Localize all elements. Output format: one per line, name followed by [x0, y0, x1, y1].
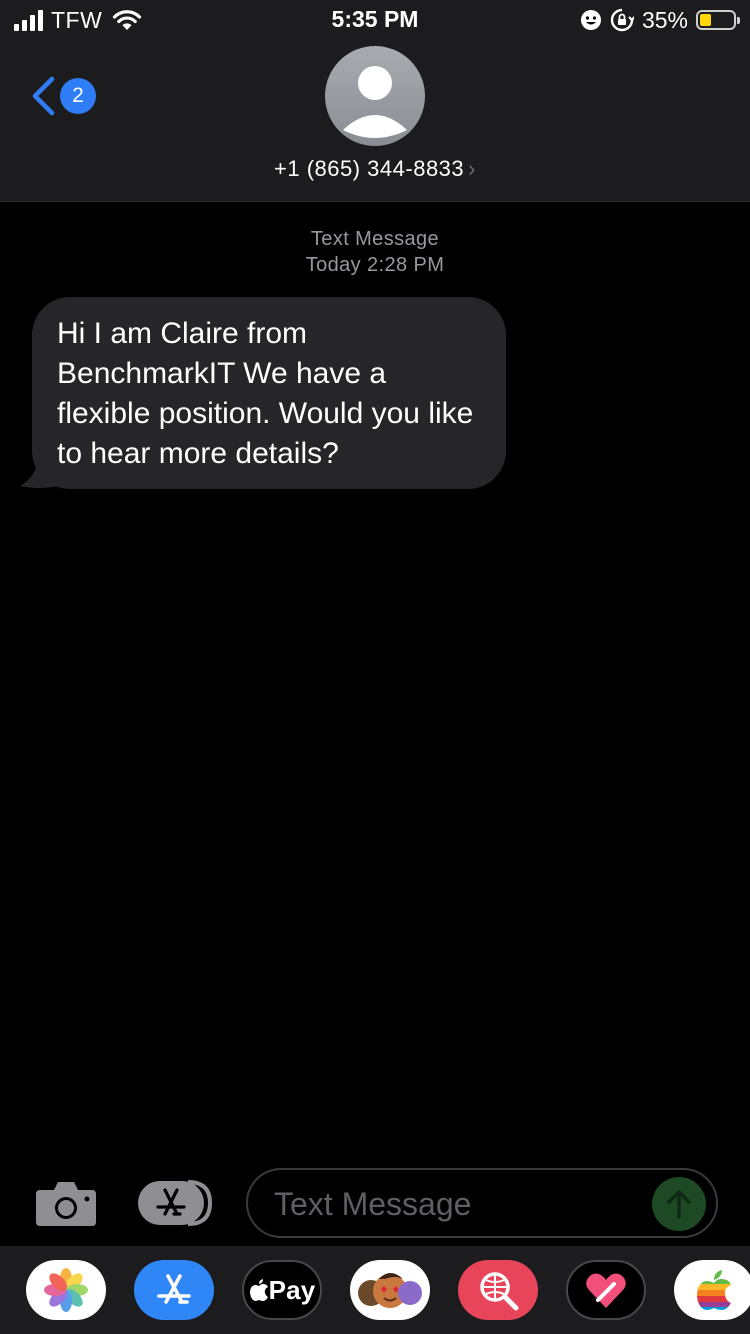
app-store-toggle-icon[interactable] [138, 1180, 214, 1226]
apple-pay-icon[interactable]: Pay [242, 1260, 322, 1320]
contact-number: +1 (865) 344-8833 [274, 156, 465, 181]
photos-app-icon[interactable] [26, 1260, 106, 1320]
web-search-icon[interactable] [458, 1260, 538, 1320]
message-timestamp: Today 2:28 PM [305, 254, 445, 276]
unread-count-badge: 2 [60, 78, 96, 114]
back-button[interactable]: 2 [30, 76, 96, 116]
camera-icon[interactable] [36, 1178, 96, 1226]
app-drawer: Pay [0, 1246, 750, 1334]
contact-avatar[interactable] [325, 46, 425, 146]
message-bubble-incoming[interactable]: Hi I am Claire from BenchmarkIT We have … [32, 297, 506, 489]
chevron-right-icon: › [468, 156, 476, 181]
message-input-field[interactable] [246, 1168, 718, 1238]
apple-pay-label: Pay [268, 1274, 316, 1305]
send-button[interactable] [652, 1177, 706, 1231]
battery-icon [696, 10, 740, 30]
battery-percent: 35% [641, 6, 688, 33]
status-bar: TFW 5:35 PM 35% [0, 0, 750, 40]
conversation-header: 2 +1 (865) 344-8833 › [0, 40, 750, 202]
contact-details-link[interactable]: +1 (865) 344-8833 › [0, 156, 750, 182]
person-silhouette-icon [343, 66, 407, 138]
apple-app-icon[interactable] [674, 1260, 750, 1320]
service-label: Text Message [310, 228, 440, 250]
app-store-icon[interactable] [134, 1260, 214, 1320]
app-store-glyph-icon [157, 1274, 191, 1304]
memoji-icon[interactable] [350, 1260, 430, 1320]
rainbow-apple-icon [697, 1270, 731, 1310]
heart-icon [586, 1273, 626, 1308]
digital-touch-icon[interactable] [566, 1260, 646, 1320]
apple-logo-icon [249, 1279, 268, 1301]
battery-fill [700, 14, 712, 26]
arrow-up-icon [667, 1190, 691, 1219]
message-input[interactable] [272, 1170, 646, 1238]
magnifier-globe-icon [480, 1272, 519, 1311]
photos-flower-icon [44, 1268, 88, 1312]
rotation-lock-icon [610, 8, 634, 32]
chevron-left-icon [32, 76, 55, 116]
status-right: 35% [580, 6, 740, 34]
memoji-faces-icon [358, 1273, 422, 1308]
face-icon [580, 10, 601, 30]
